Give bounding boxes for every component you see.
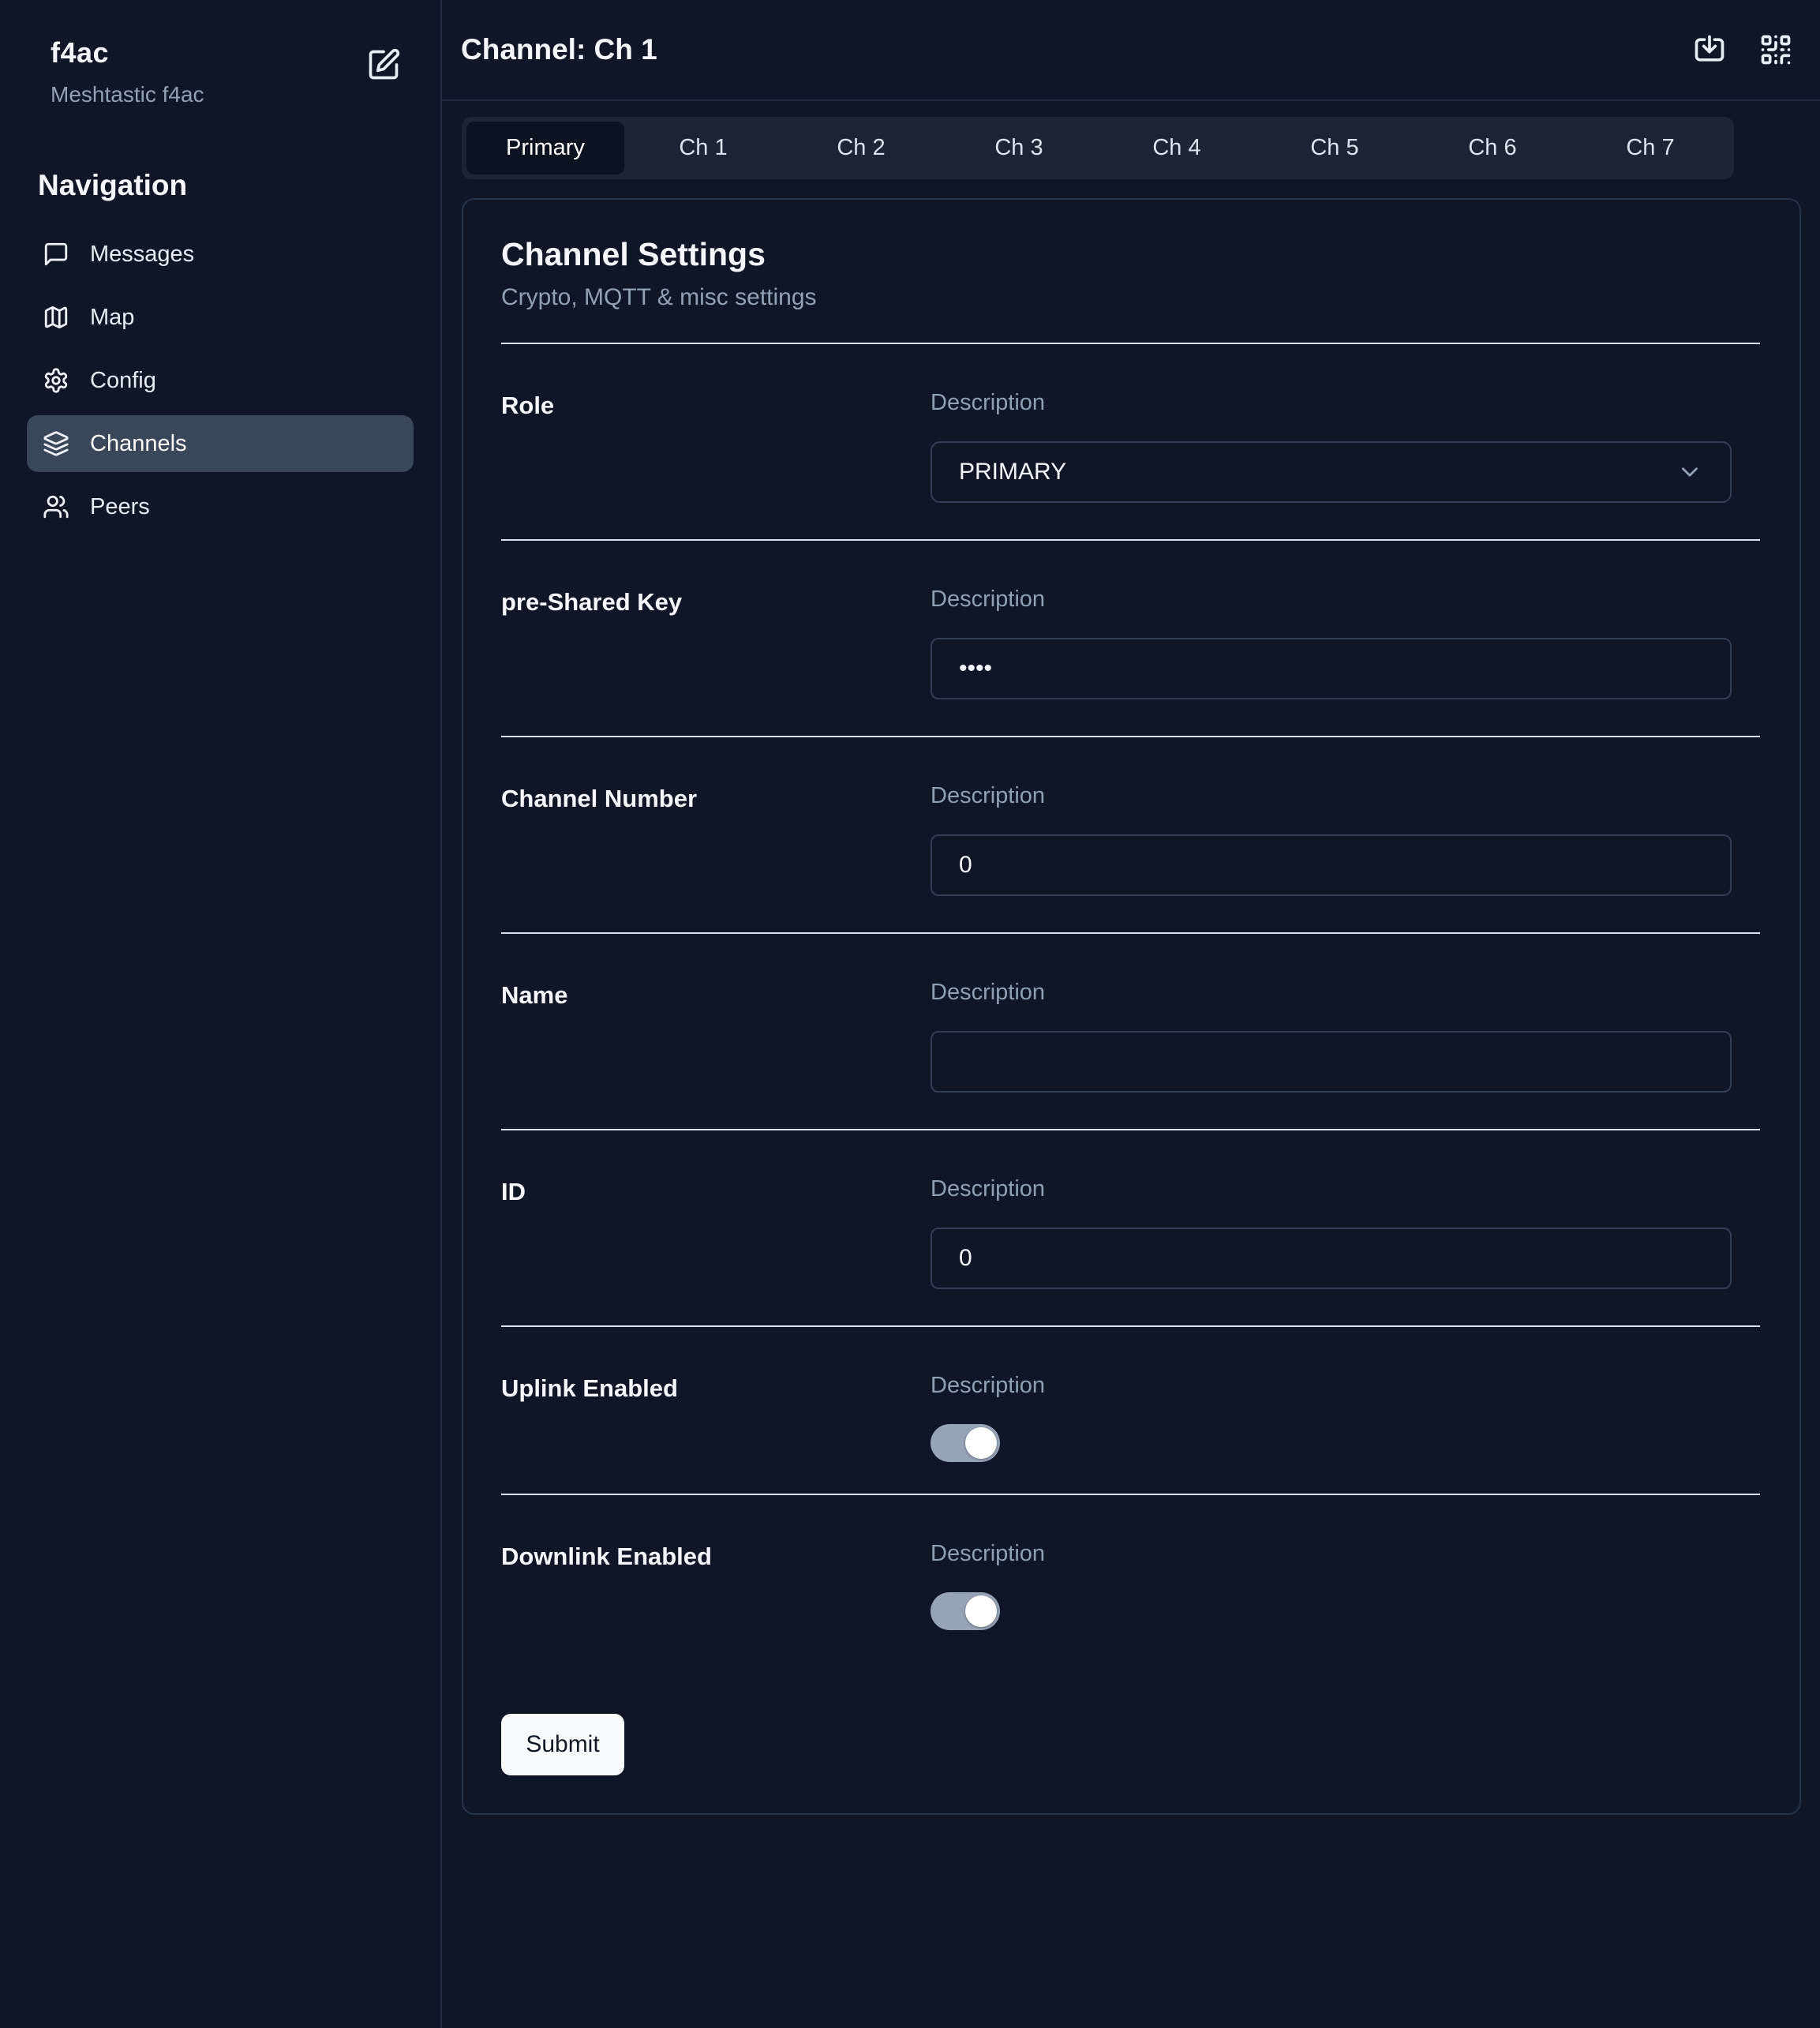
sidebar-item-messages[interactable]: Messages: [27, 226, 414, 283]
sidebar-item-label: Peers: [90, 494, 150, 520]
device-name: f4ac: [51, 36, 204, 69]
field-label: Name: [501, 980, 931, 1093]
field-label: Downlink Enabled: [501, 1541, 931, 1630]
app-root: f4ac Meshtastic f4ac Navigation Messages: [0, 0, 1820, 2028]
save-to-device-button[interactable]: [1692, 32, 1727, 67]
tab-primary[interactable]: Primary: [466, 122, 624, 174]
downlink-enabled-toggle[interactable]: [931, 1592, 1000, 1630]
channel-settings-card: Channel Settings Crypto, MQTT & misc set…: [462, 198, 1801, 1815]
role-select-value: PRIMARY: [959, 459, 1066, 485]
topbar: Channel: Ch 1: [442, 0, 1820, 101]
field-description: Description: [931, 1541, 1760, 1567]
content: Primary Ch 1 Ch 2 Ch 3 Ch 4 Ch 5 Ch 6 Ch…: [442, 101, 1820, 1853]
tab-ch2[interactable]: Ch 2: [782, 122, 940, 174]
field-row-name: Name Description: [501, 934, 1760, 1129]
sidebar-item-label: Channels: [90, 431, 187, 457]
field-row-id: ID Description: [501, 1130, 1760, 1325]
submit-button[interactable]: Submit: [501, 1714, 624, 1775]
device-info: f4ac Meshtastic f4ac: [51, 36, 204, 107]
field-row-psk: pre-Shared Key Description: [501, 541, 1760, 736]
tab-ch1[interactable]: Ch 1: [624, 122, 782, 174]
field-label: ID: [501, 1176, 931, 1289]
users-icon: [43, 493, 69, 520]
toggle-knob: [965, 1427, 997, 1459]
channel-tabs: Primary Ch 1 Ch 2 Ch 3 Ch 4 Ch 5 Ch 6 Ch…: [462, 117, 1734, 179]
download-tray-icon: [1692, 58, 1727, 69]
field-description: Description: [931, 783, 1760, 809]
tab-ch4[interactable]: Ch 4: [1098, 122, 1256, 174]
sidebar-item-label: Config: [90, 368, 156, 394]
field-row-role: Role Description PRIMARY: [501, 344, 1760, 539]
field-description: Description: [931, 1176, 1760, 1202]
name-input[interactable]: [931, 1031, 1732, 1093]
sidebar-nav: Messages Map Config Channels: [0, 226, 440, 535]
field-description: Description: [931, 390, 1760, 416]
square-pen-icon: [366, 73, 401, 84]
gear-icon: [43, 367, 69, 394]
toggle-knob: [965, 1595, 997, 1627]
sidebar-item-peers[interactable]: Peers: [27, 478, 414, 535]
qr-code-button[interactable]: [1758, 32, 1793, 67]
sidebar-item-label: Messages: [90, 242, 194, 268]
field-description: Description: [931, 980, 1760, 1006]
sidebar: f4ac Meshtastic f4ac Navigation Messages: [0, 0, 442, 2028]
topbar-actions: [1692, 32, 1793, 67]
sidebar-item-label: Map: [90, 305, 134, 331]
pre-shared-key-input[interactable]: [931, 638, 1732, 699]
tab-ch3[interactable]: Ch 3: [940, 122, 1098, 174]
field-description: Description: [931, 1373, 1760, 1399]
card-subtitle: Crypto, MQTT & misc settings: [501, 284, 1760, 311]
sidebar-item-map[interactable]: Map: [27, 289, 414, 346]
nav-heading: Navigation: [38, 169, 440, 202]
sidebar-item-channels[interactable]: Channels: [27, 415, 414, 472]
main-area: Channel: Ch 1: [442, 0, 1820, 2028]
field-label: Channel Number: [501, 783, 931, 896]
field-row-channel-number: Channel Number Description: [501, 737, 1760, 932]
sidebar-header: f4ac Meshtastic f4ac: [0, 0, 440, 107]
page-title: Channel: Ch 1: [461, 33, 657, 66]
tab-ch5[interactable]: Ch 5: [1256, 122, 1414, 174]
field-label: Role: [501, 390, 931, 503]
qr-code-icon: [1758, 58, 1793, 69]
uplink-enabled-toggle[interactable]: [931, 1424, 1000, 1462]
edit-device-button[interactable]: [366, 47, 401, 82]
id-input[interactable]: [931, 1228, 1732, 1289]
field-description: Description: [931, 587, 1760, 613]
message-square-icon: [43, 241, 69, 268]
channel-number-input[interactable]: [931, 834, 1732, 896]
role-select[interactable]: PRIMARY: [931, 441, 1732, 503]
map-icon: [43, 304, 69, 331]
card-title: Channel Settings: [501, 236, 1760, 273]
layers-icon: [43, 430, 69, 457]
sidebar-item-config[interactable]: Config: [27, 352, 414, 409]
chevron-down-icon: [1676, 459, 1703, 485]
tab-ch7[interactable]: Ch 7: [1571, 122, 1729, 174]
field-row-downlink: Downlink Enabled Description: [501, 1495, 1760, 1662]
device-subtitle: Meshtastic f4ac: [51, 82, 204, 107]
field-label: pre-Shared Key: [501, 587, 931, 699]
tab-ch6[interactable]: Ch 6: [1414, 122, 1571, 174]
field-label: Uplink Enabled: [501, 1373, 931, 1462]
field-row-uplink: Uplink Enabled Description: [501, 1327, 1760, 1494]
